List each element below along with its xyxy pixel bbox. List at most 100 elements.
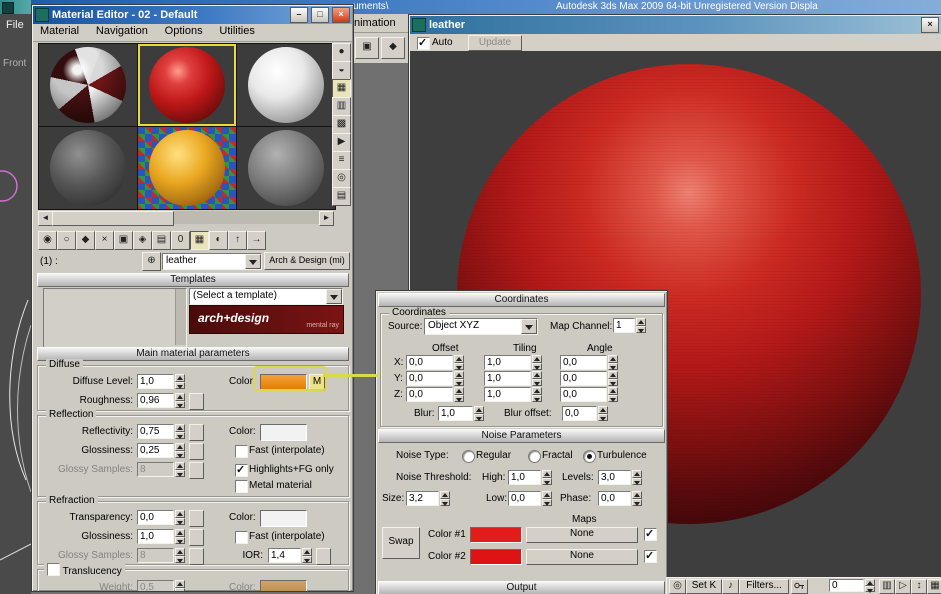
refraction-glossiness-map-button[interactable]: [189, 529, 204, 546]
chevron-down-icon[interactable]: [521, 319, 537, 334]
sample-slot-1[interactable]: [39, 44, 137, 126]
get-material-icon[interactable]: ◉: [38, 231, 57, 250]
ior-spinner[interactable]: 1,4: [268, 548, 312, 563]
translucency-color-swatch[interactable]: [260, 580, 307, 591]
make-preview-icon[interactable]: ▶: [332, 133, 351, 152]
glossy-samples-spinner[interactable]: 8: [137, 462, 185, 477]
material-name-dropdown[interactable]: leather: [162, 253, 262, 270]
spinner-arrows[interactable]: [532, 371, 542, 386]
reflection-color-swatch[interactable]: [260, 424, 307, 441]
close-icon[interactable]: ×: [921, 17, 939, 33]
spinner-arrows[interactable]: [440, 491, 450, 506]
scrollbar-thumb[interactable]: [52, 211, 174, 226]
spinner-arrows[interactable]: [632, 470, 642, 485]
metal-material-checkbox[interactable]: [235, 480, 248, 493]
templates-rollout-header[interactable]: Templates: [37, 273, 349, 287]
time-value[interactable]: 0: [829, 579, 864, 592]
spinner-arrows[interactable]: [175, 580, 185, 591]
transparency-spinner[interactable]: 0,0: [137, 510, 185, 525]
render-window-titlebar[interactable]: leather ×: [410, 16, 941, 34]
close-icon[interactable]: ×: [332, 7, 350, 23]
source-dropdown[interactable]: Object XYZ: [424, 318, 538, 335]
roughness-spinner[interactable]: 0,96: [137, 393, 185, 408]
angle-x-spinner[interactable]: 0,0: [560, 355, 618, 370]
coordinates-rollout-header[interactable]: Coordinates: [378, 293, 665, 307]
spinner-arrows[interactable]: [608, 387, 618, 402]
angle-z-spinner[interactable]: 0,0: [560, 387, 618, 402]
sample-slot-5[interactable]: [138, 127, 236, 209]
time-field[interactable]: 0: [829, 579, 875, 592]
chevron-down-icon[interactable]: [245, 254, 261, 269]
spinner-arrows[interactable]: [532, 355, 542, 370]
put-to-library-icon[interactable]: ▤: [152, 231, 171, 250]
menu-options[interactable]: Options: [158, 24, 210, 38]
make-unique-icon[interactable]: ◈: [133, 231, 152, 250]
listbox-scrollbar[interactable]: [175, 289, 186, 345]
show-end-result-icon[interactable]: ◐: [209, 231, 228, 250]
put-material-to-scene-icon[interactable]: ○: [57, 231, 76, 250]
spinner-arrows[interactable]: [175, 462, 185, 477]
spinner-arrows[interactable]: [542, 470, 552, 485]
swap-button[interactable]: Swap: [382, 527, 420, 559]
noise-type-turbulence-radio[interactable]: [583, 450, 596, 463]
reflectivity-spinner[interactable]: 0,75: [137, 424, 185, 439]
time-scrub-icon[interactable]: ↕: [911, 579, 927, 594]
sample-slot-2-active[interactable]: [138, 44, 236, 126]
roughness-map-button[interactable]: [189, 393, 204, 410]
translucency-checkbox[interactable]: [47, 563, 60, 576]
tiling-y-spinner[interactable]: 1,0: [484, 371, 542, 386]
diffuse-level-spinner[interactable]: 1,0: [137, 374, 185, 389]
spinner-arrows[interactable]: [175, 424, 185, 439]
template-select-dropdown[interactable]: (Select a template): [189, 288, 343, 305]
ior-map-button[interactable]: [316, 548, 331, 565]
select-by-material-icon[interactable]: ◎: [332, 169, 351, 188]
noise-type-regular-radio[interactable]: [462, 450, 475, 463]
color2-swatch[interactable]: [470, 549, 522, 565]
sample-uv-tiling-icon[interactable]: ▥: [332, 97, 351, 116]
show-map-in-viewport-icon[interactable]: ▦: [190, 231, 209, 250]
phase-spinner[interactable]: 0,0: [598, 491, 642, 506]
sample-type-icon[interactable]: ●: [332, 43, 351, 62]
spinner-arrows[interactable]: [454, 355, 464, 370]
map-channel-spinner[interactable]: 1: [613, 318, 646, 333]
key-filters-button[interactable]: Filters...: [739, 579, 789, 594]
refraction-fast-interpolate-checkbox[interactable]: [235, 531, 248, 544]
tiling-z-spinner[interactable]: 1,0: [484, 387, 542, 402]
spinner-arrows[interactable]: [608, 355, 618, 370]
spinner-arrows[interactable]: [542, 491, 552, 506]
offset-y-spinner[interactable]: 0,0: [406, 371, 464, 386]
noise-type-fractal-radio[interactable]: [528, 450, 541, 463]
background-icon[interactable]: ▦: [332, 79, 351, 98]
video-color-check-icon[interactable]: ▩: [332, 115, 351, 134]
align-tool-icon[interactable]: ◆: [381, 37, 405, 59]
key-mode-icon[interactable]: ♪: [722, 579, 739, 594]
template-preview-listbox[interactable]: [43, 288, 187, 348]
angle-y-spinner[interactable]: 0,0: [560, 371, 618, 386]
color1-map-button[interactable]: None: [526, 527, 638, 543]
material-id-channel-icon[interactable]: 0: [171, 231, 190, 250]
frame-marker-icon[interactable]: ▥: [879, 579, 895, 594]
noise-parameters-rollout-header[interactable]: Noise Parameters: [378, 429, 665, 443]
options-icon[interactable]: ≡: [332, 151, 351, 170]
menu-navigation[interactable]: Navigation: [89, 24, 155, 38]
sample-slot-3[interactable]: [237, 44, 335, 126]
main-parameters-rollout-header[interactable]: Main material parameters: [37, 347, 349, 361]
material-editor-titlebar[interactable]: Material Editor - 02 - Default – □ ×: [33, 6, 352, 24]
make-material-copy-icon[interactable]: ▣: [114, 231, 133, 250]
refraction-glossiness-spinner[interactable]: 1,0: [137, 529, 185, 544]
spinner-arrows[interactable]: [636, 318, 646, 333]
reset-map-icon[interactable]: ×: [95, 231, 114, 250]
key-icon[interactable]: [791, 579, 808, 594]
reflection-glossiness-map-button[interactable]: [189, 443, 204, 460]
sample-slot-4[interactable]: [39, 127, 137, 209]
tiling-x-spinner[interactable]: 1,0: [484, 355, 542, 370]
refraction-color-swatch[interactable]: [260, 510, 307, 527]
color1-map-enable-checkbox[interactable]: [644, 527, 657, 541]
set-key-button[interactable]: Set K: [686, 579, 722, 594]
transparency-map-button[interactable]: [189, 510, 204, 527]
spinner-arrows[interactable]: [175, 393, 185, 408]
spinner-arrows[interactable]: [454, 387, 464, 402]
spinner-arrows[interactable]: [175, 529, 185, 544]
go-to-parent-icon[interactable]: ↑: [228, 231, 247, 250]
offset-x-spinner[interactable]: 0,0: [406, 355, 464, 370]
